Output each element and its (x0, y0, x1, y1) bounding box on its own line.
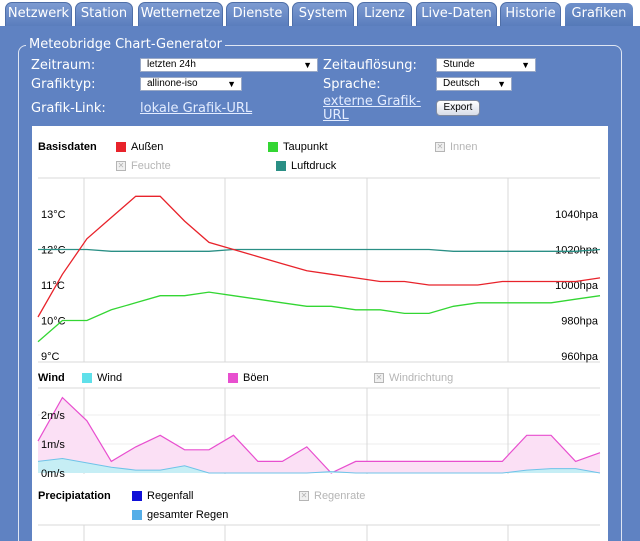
sprache-select[interactable]: Deutsch ▼ (436, 77, 512, 91)
chevron-down-icon: ▼ (521, 60, 530, 70)
lokale-grafik-url-link[interactable]: lokale Grafik-URL (140, 102, 252, 116)
basis-y-tick-left: 12°C (41, 245, 66, 257)
tab-dienste[interactable]: Dienste (226, 2, 289, 26)
chart-area: Basisdaten Außen Taupunkt ✕ Innen ✕ Feuc… (32, 126, 608, 541)
grafik-link-label: Grafik-Link: (31, 101, 106, 116)
basis-y-tick-left: 9°C (41, 351, 60, 363)
aussen-series-line (37, 195, 601, 318)
tab-system[interactable]: System (292, 2, 354, 26)
basis-y-tick-right: 960hpa (561, 351, 599, 363)
grafiktyp-value: allinone-iso (147, 78, 198, 89)
sprache-label: Sprache: (323, 77, 381, 92)
chevron-down-icon: ▼ (227, 79, 236, 89)
externe-link-line2: URL (323, 108, 349, 123)
chevron-down-icon: ▼ (497, 79, 506, 89)
export-button[interactable]: Export (436, 100, 480, 116)
zeitaufloesung-select[interactable]: Stunde ▼ (436, 58, 536, 72)
basis-y-tick-right: 980hpa (561, 316, 599, 328)
chevron-down-icon: ▼ (303, 60, 312, 70)
zeitraum-label: Zeitraum: (31, 58, 96, 73)
wind-y-tick: 1m/s (41, 439, 65, 451)
basis-y-tick-right: 1040hpa (555, 209, 599, 221)
tab-grafiken[interactable]: Grafiken (564, 2, 634, 26)
grafiktyp-label: Grafiktyp: (31, 77, 96, 92)
tab-lizenz[interactable]: Lizenz (357, 2, 412, 26)
tab-historie[interactable]: Historie (500, 2, 561, 26)
externe-grafik-url-link[interactable]: externe Grafik- URL (323, 95, 421, 123)
zeitaufloesung-value: Stunde (443, 59, 475, 70)
tab-station[interactable]: Station (75, 2, 133, 26)
wind-y-tick: 0m/s (41, 468, 65, 480)
zeitraum-value: letzten 24h (147, 59, 196, 70)
sprache-value: Deutsch (443, 78, 480, 89)
externe-link-line1: externe Grafik- (323, 94, 421, 109)
luftdruck-series-line (38, 248, 601, 252)
basis-y-tick-left: 13°C (41, 209, 66, 221)
tab-bar: Netzwerk Station Wetternetze Dienste Sys… (0, 0, 640, 26)
main-panel: Meteobridge Chart-Generator Zeitraum: le… (0, 26, 640, 541)
zeitraum-select[interactable]: letzten 24h ▼ (140, 58, 318, 72)
taupunkt-series-line (37, 291, 601, 343)
boeen-series-area (38, 397, 600, 473)
tab-wetternetze[interactable]: Wetternetze (138, 2, 223, 26)
tab-live-daten[interactable]: Live-Daten (416, 2, 497, 26)
fieldset-legend: Meteobridge Chart-Generator (26, 37, 226, 53)
grafiktyp-select[interactable]: allinone-iso ▼ (140, 77, 242, 91)
wind-y-tick: 2m/s (41, 410, 65, 422)
basisdaten-plot: 13°C12°C11°C10°C9°C1040hpa1020hpa1000hpa… (37, 177, 601, 541)
zeitaufloesung-label: Zeitauflösung: (323, 58, 417, 73)
tab-netzwerk[interactable]: Netzwerk (5, 2, 72, 26)
